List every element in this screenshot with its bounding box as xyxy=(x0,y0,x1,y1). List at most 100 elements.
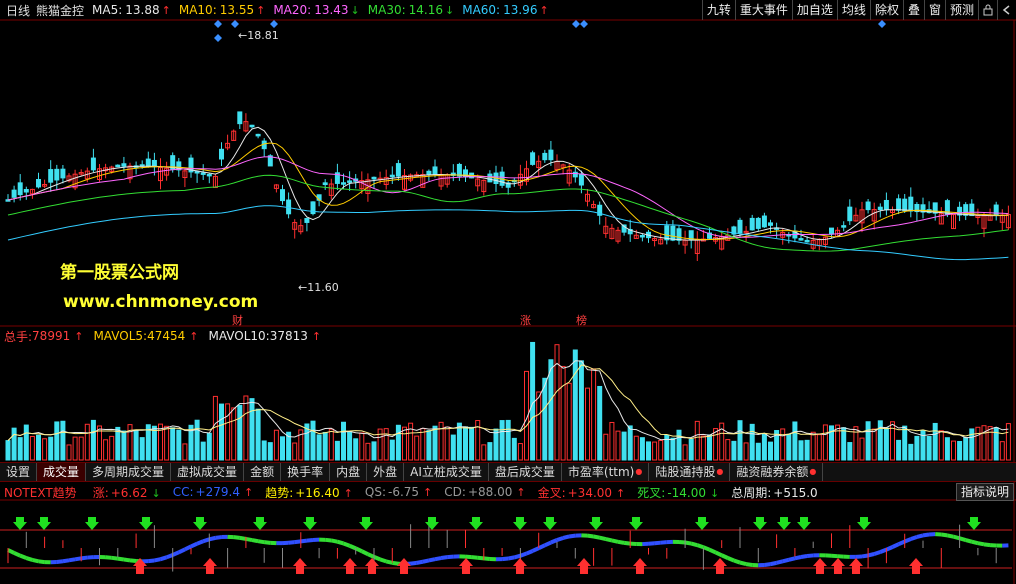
arrow-up-icon: ↑ xyxy=(311,329,322,343)
volume-bar xyxy=(877,420,883,461)
trend-line-segment xyxy=(165,553,174,560)
volume-bar xyxy=(908,443,914,461)
event-diamond-icon xyxy=(214,34,222,42)
tab-7[interactable]: 外盘 xyxy=(367,463,405,481)
trend-line-segment xyxy=(342,541,351,548)
candle-body xyxy=(676,228,682,241)
trend-line-segment xyxy=(13,551,22,558)
sell-arrow-icon xyxy=(753,517,767,530)
trend-line-segment xyxy=(959,536,967,542)
ex-rights-button[interactable]: 除权 xyxy=(869,0,903,20)
trend-line-segment xyxy=(507,555,515,561)
event-marker-board[interactable]: 榜 xyxy=(576,312,587,328)
tab-12[interactable]: 融资融券余额● xyxy=(730,463,824,481)
dot-icon: ● xyxy=(809,467,817,476)
tab-5[interactable]: 换手率 xyxy=(281,463,331,481)
volume-bar xyxy=(633,435,639,461)
candle-body xyxy=(395,163,401,177)
trend-line-segment xyxy=(501,556,509,562)
volume-bar xyxy=(944,437,950,461)
event-diamond-icon xyxy=(270,20,278,28)
trend-line-segment xyxy=(605,537,613,543)
arrow-up-icon: ↑ xyxy=(74,329,84,343)
volume-bar xyxy=(530,341,536,461)
period-label[interactable]: 日线 xyxy=(6,2,30,19)
tab-2[interactable]: 多周期成交量 xyxy=(86,463,172,481)
volume-bar xyxy=(395,424,401,461)
trend-line-segment xyxy=(788,556,796,562)
trend-line-segment xyxy=(348,543,357,551)
tab-6[interactable]: 内盘 xyxy=(330,463,368,481)
sell-arrow-icon xyxy=(513,517,527,530)
buy-arrow-icon xyxy=(849,558,863,574)
volume-bar xyxy=(133,430,139,461)
sell-arrow-icon xyxy=(589,517,603,530)
mavol10-label: MAVOL10: xyxy=(208,329,270,343)
trend-line-segment xyxy=(153,557,161,563)
sell-arrow-icon xyxy=(425,517,439,530)
candle-body xyxy=(115,164,121,168)
stock-name[interactable]: 熊猫金控 xyxy=(36,2,84,19)
back-icon[interactable] xyxy=(997,0,1016,20)
buy-arrow-icon xyxy=(813,558,827,574)
add-watchlist-button[interactable]: 加自选 xyxy=(791,0,837,20)
volume-bar xyxy=(371,441,377,461)
volume-bar xyxy=(328,428,334,461)
tab-1[interactable]: 成交量 xyxy=(37,463,87,481)
volume-bar xyxy=(432,425,438,461)
nine-turn-button[interactable]: 九转 xyxy=(701,0,735,20)
trend-line-segment xyxy=(177,547,186,555)
arrow-left-icon: ← xyxy=(238,29,248,42)
volume-bar xyxy=(182,443,188,461)
volume-bar xyxy=(487,442,493,461)
trend-line-segment xyxy=(977,541,985,547)
tab-10[interactable]: 市盈率(ttm)● xyxy=(562,463,650,481)
trend-line-segment xyxy=(714,550,723,558)
indicator-help-button[interactable]: 指标说明 xyxy=(955,483,1014,501)
lock-icon[interactable] xyxy=(978,0,997,20)
overlay-button[interactable]: 叠 xyxy=(902,0,924,20)
tab-11[interactable]: 陆股通持股● xyxy=(649,463,731,481)
event-marker-financial[interactable]: 财 xyxy=(232,312,243,328)
volume-bar xyxy=(139,437,145,461)
watermark-title: 第一股票公式网 xyxy=(60,263,179,283)
trend-line-segment xyxy=(68,557,76,563)
volume-bar xyxy=(200,441,206,461)
tab-8[interactable]: AI立桩成交量 xyxy=(404,463,489,481)
volume-bar xyxy=(591,368,597,461)
volume-bar xyxy=(280,436,285,461)
trend-line-segment xyxy=(941,532,948,538)
trend-line-segment xyxy=(611,538,619,544)
volume-bar xyxy=(463,426,468,461)
tab-9[interactable]: 盘后成交量 xyxy=(489,463,562,481)
trend-line-segment xyxy=(971,539,979,546)
trend-line-segment xyxy=(587,533,594,539)
volume-bar xyxy=(688,438,694,461)
tab-4[interactable]: 金额 xyxy=(244,463,282,481)
forecast-button[interactable]: 预测 xyxy=(944,0,978,20)
trend-line-segment xyxy=(720,553,729,560)
volume-bar xyxy=(981,425,987,461)
candle-body xyxy=(11,189,17,198)
trend-line-segment xyxy=(202,537,210,544)
window-button[interactable]: 窗 xyxy=(923,0,945,20)
indicator-name[interactable]: NOTEXT趋势 xyxy=(4,484,77,501)
tab-3[interactable]: 虚拟成交量 xyxy=(171,463,245,481)
sell-arrow-icon xyxy=(303,517,317,530)
event-marker-limit-up[interactable]: 涨 xyxy=(520,312,531,328)
candle-body xyxy=(48,169,54,183)
indicator-item: 涨: +6.62 ↓ xyxy=(92,485,161,500)
tab-0[interactable]: 设置 xyxy=(0,463,38,481)
trend-line-segment xyxy=(525,549,534,556)
volume-bar xyxy=(682,444,688,461)
candle-body xyxy=(841,225,847,228)
trend-line-segment xyxy=(922,532,930,538)
trend-line-segment xyxy=(422,558,430,564)
ma-settings-button[interactable]: 均线 xyxy=(836,0,870,20)
candle-body xyxy=(145,158,151,167)
major-events-button[interactable]: 重大事件 xyxy=(734,0,792,20)
trend-line-segment xyxy=(916,533,924,539)
volume-bar xyxy=(90,419,96,461)
trend-line-segment xyxy=(537,543,546,550)
trend-line-segment xyxy=(410,560,417,566)
